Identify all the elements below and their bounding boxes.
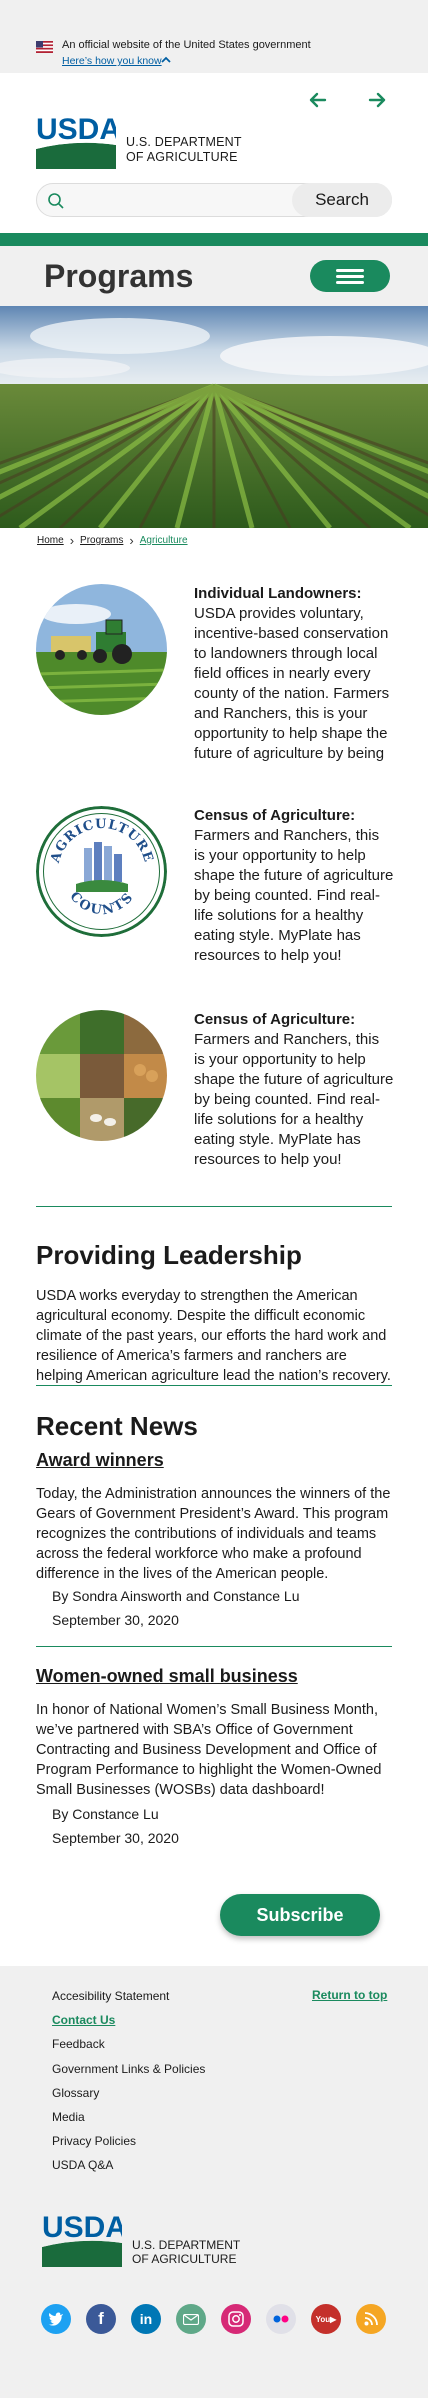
news-meta: By Constance Lu September 30, 2020 [52, 1802, 179, 1850]
footer-link-privacy[interactable]: Privacy Policies [52, 2133, 205, 2157]
footer-link-contact-us[interactable]: Contact Us [52, 2012, 205, 2036]
heres-how-you-know-link[interactable]: Here’s how you know [62, 55, 162, 67]
page-title: Programs [44, 258, 194, 294]
leadership-heading: Providing Leadership [36, 1240, 302, 1270]
department-line-1: U.S. DEPARTMENT [126, 135, 242, 149]
footer-department-name: U.S. DEPARTMENT OF AGRICULTURE [132, 2238, 240, 2266]
news-author: By Constance Lu [52, 1806, 159, 1822]
news-date: September 30, 2020 [52, 1830, 179, 1846]
section-divider [36, 1646, 392, 1647]
feature-body: Farmers and Ranchers, this is your oppor… [194, 827, 394, 964]
department-line-2: OF AGRICULTURE [132, 2252, 237, 2266]
linkedin-icon[interactable]: in [131, 2304, 161, 2334]
news-title-women-owned-business[interactable]: Women-owned small business [36, 1666, 298, 1687]
us-flag-icon [36, 41, 53, 53]
feature-text: Census of Agriculture: Farmers and Ranch… [194, 1010, 394, 1170]
feature-title: Census of Agriculture: [194, 807, 356, 824]
usda-logo[interactable]: USDA [36, 113, 116, 169]
rss-icon[interactable] [356, 2304, 386, 2334]
header-accent-bar [0, 233, 428, 246]
breadcrumb: Home › Programs › Agriculture [37, 533, 188, 548]
footer-link-government-links[interactable]: Government Links & Policies [52, 2061, 205, 2085]
email-icon[interactable] [176, 2304, 206, 2334]
gov-banner: An official website of the United States… [0, 0, 428, 73]
recent-news-heading: Recent News [36, 1411, 198, 1441]
feature-text: Individual Landowners: USDA provides vol… [194, 584, 394, 764]
footer-link-usda-qa[interactable]: USDA Q&A [52, 2157, 205, 2181]
feature-text: Census of Agriculture: Farmers and Ranch… [194, 806, 394, 966]
news-body: In honor of National Women’s Small Busin… [36, 1702, 382, 1798]
return-to-top-link[interactable]: Return to top [312, 1988, 387, 2002]
search-button[interactable]: Search [292, 183, 392, 217]
footer-link-glossary[interactable]: Glossary [52, 2085, 205, 2109]
subscribe-button[interactable]: Subscribe [220, 1894, 380, 1936]
flickr-icon[interactable] [266, 2304, 296, 2334]
crop-field-image [0, 306, 428, 528]
feature-body: Farmers and Ranchers, this is your oppor… [194, 1031, 394, 1168]
hero-image [0, 306, 428, 528]
section-divider [36, 1385, 392, 1386]
site-header: USDA U.S. DEPARTMENT OF AGRICULTURE Sear… [0, 73, 428, 233]
footer-links: Accesibility Statement Contact Us Feedba… [52, 1988, 205, 2182]
news-author: By Sondra Ainsworth and Constance Lu [52, 1588, 300, 1604]
farm-collage-image [36, 1010, 167, 1141]
news-meta: By Sondra Ainsworth and Constance Lu Sep… [52, 1584, 300, 1632]
hamburger-icon [336, 269, 364, 272]
footer-link-feedback[interactable]: Feedback [52, 2036, 205, 2060]
search-icon [48, 193, 64, 209]
chevron-right-icon: › [69, 533, 75, 548]
section-divider [36, 1206, 392, 1207]
youtube-icon[interactable]: You▶ [311, 2304, 341, 2334]
news-title-award-winners[interactable]: Award winners [36, 1450, 164, 1471]
news-date: September 30, 2020 [52, 1612, 179, 1628]
chevron-right-icon: › [129, 533, 134, 548]
usda-footer-logo[interactable]: USDA [42, 2211, 122, 2267]
feature-title: Individual Landowners: [194, 585, 362, 602]
breadcrumb-programs[interactable]: Programs [80, 535, 123, 546]
twitter-icon[interactable] [41, 2304, 71, 2334]
leadership-body: USDA works everyday to strengthen the Am… [36, 1288, 391, 1384]
news-body: Today, the Administration announces the … [36, 1486, 391, 1582]
programs-bar: Programs [0, 246, 428, 306]
instagram-icon[interactable] [221, 2304, 251, 2334]
department-line-1: U.S. DEPARTMENT [132, 2238, 241, 2252]
feature-body: USDA provides voluntary, incentive-based… [194, 605, 390, 762]
facebook-icon[interactable]: f [86, 2304, 116, 2334]
gov-banner-text: An official website of the United States… [62, 39, 311, 51]
department-line-2: OF AGRICULTURE [126, 150, 238, 164]
agriculture-counts-seal: AGRICULTURE COUNTS [36, 806, 167, 937]
tractor-field-image [36, 584, 167, 715]
menu-button[interactable] [310, 260, 390, 292]
feature-title: Census of Agriculture: [194, 1011, 356, 1028]
search-input[interactable] [71, 187, 311, 213]
footer-link-accessibility[interactable]: Accesibility Statement [52, 1988, 205, 2012]
department-name: U.S. DEPARTMENT OF AGRICULTURE [126, 135, 242, 165]
search-bar: Search [36, 183, 392, 217]
site-footer: Accesibility Statement Contact Us Feedba… [0, 1966, 428, 2398]
arrow-right-icon[interactable] [364, 87, 390, 113]
arrow-left-icon[interactable] [305, 87, 331, 113]
chevron-up-icon[interactable] [160, 55, 172, 65]
breadcrumb-home[interactable]: Home [37, 535, 64, 546]
breadcrumb-agriculture[interactable]: Agriculture [140, 535, 188, 546]
footer-link-media[interactable]: Media [52, 2109, 205, 2133]
